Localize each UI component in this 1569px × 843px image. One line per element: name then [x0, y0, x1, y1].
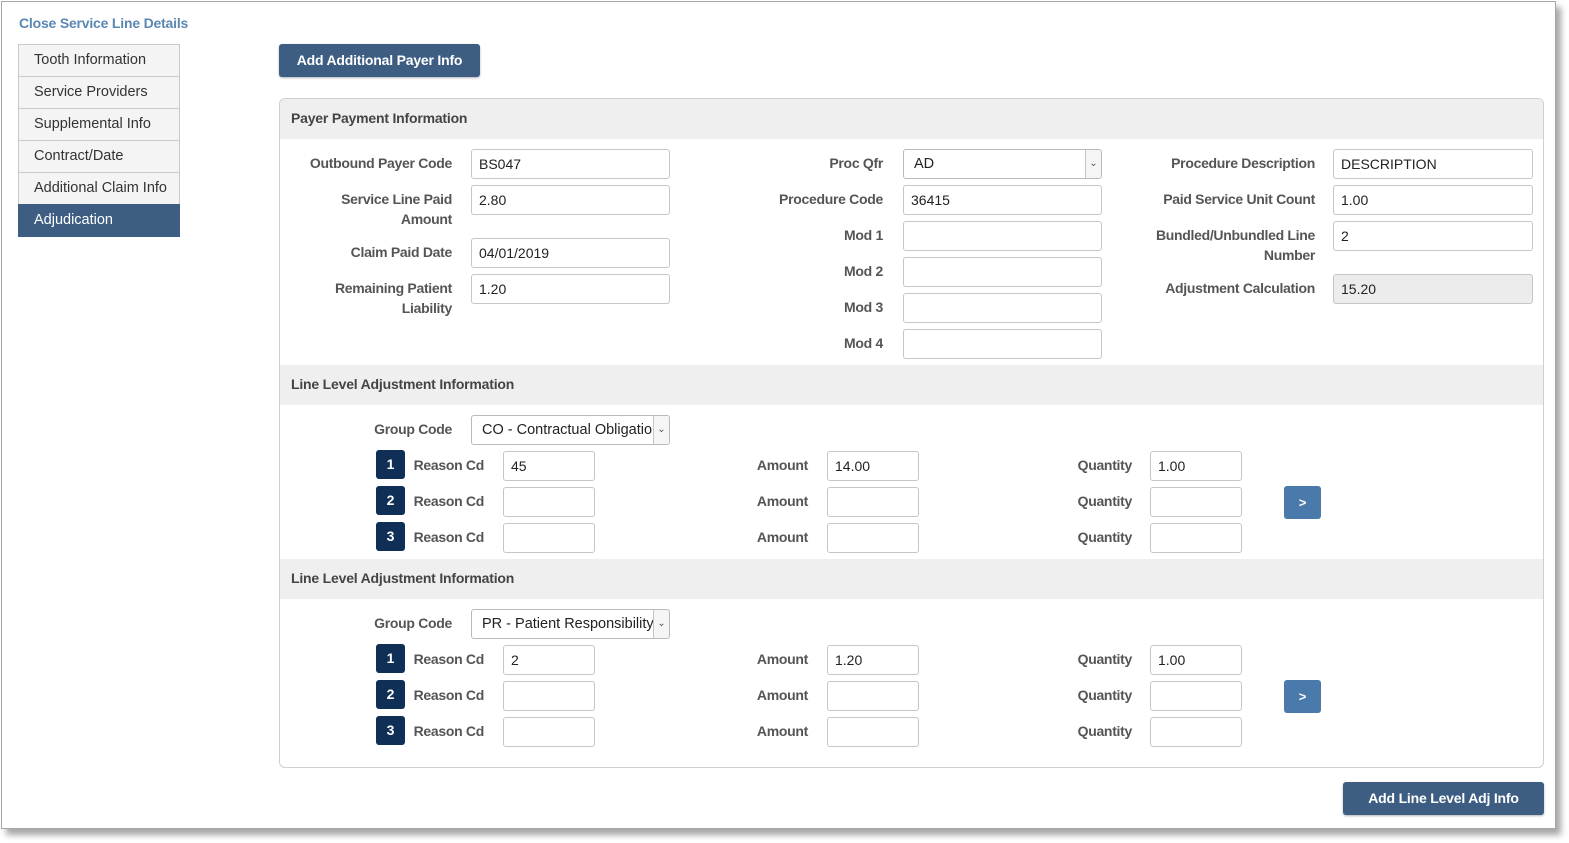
amount-input[interactable]	[827, 717, 919, 747]
group-code-select-1[interactable]: CO - Contractual Obligation ⌄	[471, 415, 670, 445]
amount-label: Amount	[756, 529, 808, 545]
line-level-adjustment-heading-2: Line Level Adjustment Information	[280, 559, 1543, 599]
reason-cd-label: Reason Cd	[413, 723, 485, 739]
amount-label: Amount	[756, 457, 808, 473]
add-additional-payer-info-button[interactable]: Add Additional Payer Info	[279, 44, 480, 77]
sidebar-item-contract-date[interactable]: Contract/Date	[18, 140, 180, 173]
quantity-input[interactable]	[1150, 717, 1242, 747]
row-number-badge: 2	[376, 486, 405, 515]
mod3-input[interactable]	[903, 293, 1102, 323]
paid-service-unit-count-label: Paid Service Unit Count	[1163, 191, 1315, 207]
group-code-value-1: CO - Contractual Obligation	[482, 422, 661, 438]
sidebar-item-service-providers[interactable]: Service Providers	[18, 76, 180, 109]
sidebar: Tooth Information Service Providers Supp…	[18, 44, 180, 237]
procedure-description-input[interactable]: DESCRIPTION	[1333, 149, 1533, 179]
mod4-input[interactable]	[903, 329, 1102, 359]
outbound-payer-code-input[interactable]: BS047	[471, 149, 670, 179]
payer-payment-heading: Payer Payment Information	[280, 99, 1543, 139]
bundled-line-number-input[interactable]: 2	[1333, 221, 1533, 251]
sidebar-item-additional-claim-info[interactable]: Additional Claim Info	[18, 172, 180, 205]
quantity-input[interactable]	[1150, 523, 1242, 553]
amount-input[interactable]	[827, 523, 919, 553]
mod4-label: Mod 4	[844, 335, 883, 351]
sidebar-item-tooth-information[interactable]: Tooth Information	[18, 44, 180, 77]
row-number-badge: 2	[376, 680, 405, 709]
row-number-badge: 3	[376, 716, 405, 745]
quantity-label: Quantity	[1077, 493, 1133, 509]
proc-qfr-value: AD	[914, 156, 935, 172]
add-line-level-adj-info-button[interactable]: Add Line Level Adj Info	[1343, 782, 1544, 815]
group-code-select-2[interactable]: PR - Patient Responsibility ⌄	[471, 609, 670, 639]
mod1-label: Mod 1	[844, 227, 883, 243]
quantity-input[interactable]: 1.00	[1150, 451, 1242, 481]
quantity-label: Quantity	[1077, 529, 1133, 545]
quantity-label: Quantity	[1077, 687, 1133, 703]
proc-qfr-label: Proc Qfr	[829, 155, 883, 171]
reason-cd-label: Reason Cd	[413, 651, 485, 667]
amount-label: Amount	[756, 687, 808, 703]
group-code-value-2: PR - Patient Responsibility	[482, 616, 654, 632]
amount-label: Amount	[756, 493, 808, 509]
claim-paid-date-label: Claim Paid Date	[350, 244, 453, 260]
sidebar-item-supplemental-info[interactable]: Supplemental Info	[18, 108, 180, 141]
amount-label: Amount	[756, 723, 808, 739]
reason-cd-label: Reason Cd	[413, 457, 485, 473]
quantity-input[interactable]	[1150, 487, 1242, 517]
close-service-line-link[interactable]: Close Service Line Details	[19, 15, 188, 31]
group-code-label-1: Group Code	[374, 421, 452, 437]
line-level-adjustment-heading-1: Line Level Adjustment Information	[280, 365, 1543, 405]
outbound-payer-code-label: Outbound Payer Code	[309, 155, 452, 171]
mod2-label: Mod 2	[844, 263, 883, 279]
reason-cd-input[interactable]: 45	[503, 451, 595, 481]
procedure-description-label: Procedure Description	[1171, 155, 1315, 171]
reason-cd-input[interactable]	[503, 523, 595, 553]
amount-input[interactable]	[827, 487, 919, 517]
adjustment-calculation-value: 15.20	[1333, 274, 1533, 304]
proc-qfr-select[interactable]: AD ⌄	[903, 149, 1102, 179]
row-number-badge: 3	[376, 522, 405, 551]
mod2-input[interactable]	[903, 257, 1102, 287]
row-number-badge: 1	[376, 644, 405, 673]
quantity-label: Quantity	[1077, 651, 1133, 667]
chevron-down-icon: ⌄	[653, 416, 669, 444]
reason-cd-label: Reason Cd	[413, 529, 485, 545]
row-number-badge: 1	[376, 450, 405, 479]
remaining-patient-liability-label: Remaining Patient Liability	[334, 280, 452, 316]
next-adjustment-button-2[interactable]: >	[1284, 680, 1321, 713]
procedure-code-label: Procedure Code	[779, 191, 883, 207]
paid-service-unit-count-input[interactable]: 1.00	[1333, 185, 1533, 215]
reason-cd-input[interactable]: 2	[503, 645, 595, 675]
amount-input[interactable]: 1.20	[827, 645, 919, 675]
service-line-paid-amount-label: Service Line Paid Amount	[341, 191, 452, 227]
reason-cd-input[interactable]	[503, 487, 595, 517]
reason-cd-input[interactable]	[503, 681, 595, 711]
amount-label: Amount	[756, 651, 808, 667]
quantity-input[interactable]	[1150, 681, 1242, 711]
reason-cd-input[interactable]	[503, 717, 595, 747]
next-adjustment-button-1[interactable]: >	[1284, 486, 1321, 519]
claim-paid-date-input[interactable]: 04/01/2019	[471, 238, 670, 268]
quantity-input[interactable]: 1.00	[1150, 645, 1242, 675]
chevron-down-icon: ⌄	[1085, 150, 1101, 178]
payer-panel: Payer Payment Information Outbound Payer…	[279, 98, 1544, 768]
mod3-label: Mod 3	[844, 299, 883, 315]
amount-input[interactable]: 14.00	[827, 451, 919, 481]
bundled-line-number-label: Bundled/Unbundled Line Number	[1155, 227, 1315, 263]
adjustment-calculation-label: Adjustment Calculation	[1165, 280, 1315, 296]
mod1-input[interactable]	[903, 221, 1102, 251]
reason-cd-label: Reason Cd	[413, 687, 485, 703]
service-line-paid-amount-input[interactable]: 2.80	[471, 185, 670, 215]
sidebar-item-adjudication[interactable]: Adjudication	[18, 204, 180, 237]
group-code-label-2: Group Code	[374, 615, 452, 631]
quantity-label: Quantity	[1077, 723, 1133, 739]
dialog-window: Close Service Line Details Tooth Informa…	[1, 1, 1556, 829]
procedure-code-input[interactable]: 36415	[903, 185, 1102, 215]
remaining-patient-liability-input[interactable]: 1.20	[471, 274, 670, 304]
quantity-label: Quantity	[1077, 457, 1133, 473]
chevron-down-icon: ⌄	[653, 610, 669, 638]
reason-cd-label: Reason Cd	[413, 493, 485, 509]
amount-input[interactable]	[827, 681, 919, 711]
